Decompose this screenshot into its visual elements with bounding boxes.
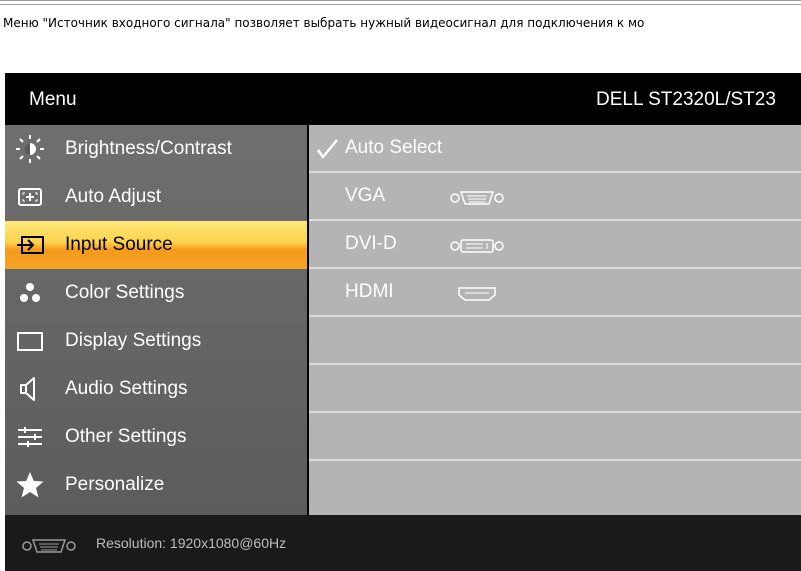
vga-port-icon bbox=[449, 189, 505, 211]
option-row-empty bbox=[309, 365, 801, 413]
menu-item-personalize[interactable]: Personalize bbox=[5, 461, 307, 509]
menu-item-input-source[interactable]: Input Source bbox=[5, 221, 307, 269]
menu-item-label: Other Settings bbox=[65, 426, 187, 447]
display-settings-icon bbox=[15, 326, 45, 356]
menu-item-auto-adjust[interactable]: Auto Adjust bbox=[5, 173, 307, 221]
auto-adjust-icon bbox=[15, 182, 45, 212]
model-name: DELL ST2320L/ST23 bbox=[596, 89, 776, 110]
option-row-empty bbox=[309, 461, 801, 507]
option-hdmi[interactable]: HDMI bbox=[309, 269, 801, 317]
star-icon bbox=[15, 470, 45, 500]
option-dvi-d[interactable]: DVI-D bbox=[309, 221, 801, 269]
option-row-empty bbox=[309, 317, 801, 365]
brightness-icon bbox=[15, 134, 45, 164]
resolution-readout: Resolution: 1920x1080@60Hz bbox=[96, 535, 287, 551]
option-label: DVI-D bbox=[345, 233, 397, 254]
option-row-empty bbox=[309, 413, 801, 461]
option-label: Auto Select bbox=[345, 137, 443, 158]
menu-item-label: Brightness/Contrast bbox=[65, 138, 232, 159]
menu-item-other-settings[interactable]: Other Settings bbox=[5, 413, 307, 461]
osd-menu: Menu DELL ST2320L/ST23 Brightness/Contra… bbox=[5, 73, 801, 571]
option-vga[interactable]: VGA bbox=[309, 173, 801, 221]
option-label: VGA bbox=[345, 185, 386, 206]
menu-item-label: Display Settings bbox=[65, 330, 202, 351]
top-divider-second bbox=[0, 4, 801, 5]
menu-item-label: Personalize bbox=[65, 474, 165, 495]
color-settings-icon bbox=[15, 278, 45, 308]
checkmark-icon bbox=[315, 137, 339, 161]
osd-header: Menu DELL ST2320L/ST23 bbox=[5, 73, 801, 125]
dvi-port-icon bbox=[449, 237, 505, 259]
input-source-icon bbox=[15, 230, 45, 260]
top-divider bbox=[0, 0, 801, 1]
option-label: HDMI bbox=[345, 281, 394, 302]
vga-port-icon bbox=[21, 537, 77, 559]
menu-item-color-settings[interactable]: Color Settings bbox=[5, 269, 307, 317]
menu-title: Menu bbox=[29, 89, 77, 110]
menu-item-brightness-contrast[interactable]: Brightness/Contrast bbox=[5, 125, 307, 173]
sliders-icon bbox=[15, 422, 45, 452]
menu-item-display-settings[interactable]: Display Settings bbox=[5, 317, 307, 365]
menu-item-label: Auto Adjust bbox=[65, 186, 162, 207]
menu-item-label: Audio Settings bbox=[65, 378, 188, 399]
menu-item-label: Input Source bbox=[65, 234, 173, 255]
input-source-submenu: Auto Select VGA DVI-D HDMI bbox=[309, 125, 801, 515]
speaker-icon bbox=[15, 374, 45, 404]
hdmi-port-icon bbox=[449, 285, 505, 307]
menu-item-label: Color Settings bbox=[65, 282, 185, 303]
menu-item-audio-settings[interactable]: Audio Settings bbox=[5, 365, 307, 413]
main-menu-list: Brightness/Contrast Auto Adjust Input So… bbox=[5, 125, 307, 515]
osd-footer: Resolution: 1920x1080@60Hz bbox=[5, 515, 801, 571]
intro-text: Меню "Источник входного сигнала" позволя… bbox=[3, 16, 645, 30]
option-auto-select[interactable]: Auto Select bbox=[309, 125, 801, 173]
